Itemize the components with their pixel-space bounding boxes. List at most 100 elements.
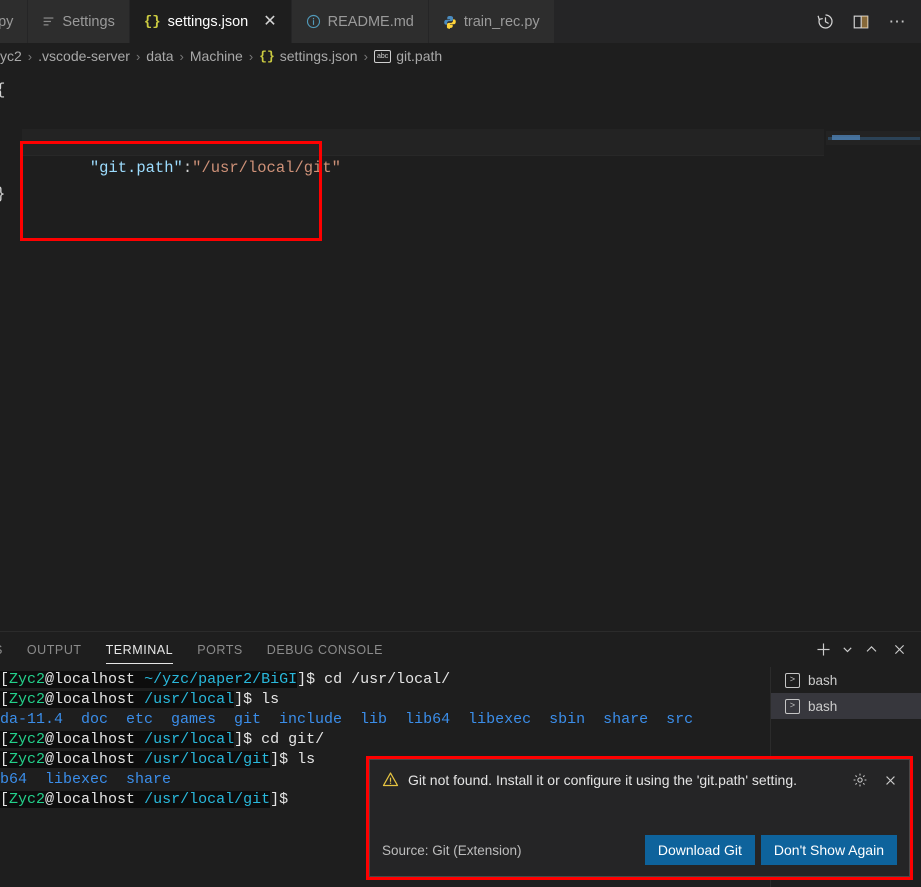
json-icon: {} <box>259 48 275 64</box>
download-git-button[interactable]: Download Git <box>644 835 755 865</box>
terminal-text: /usr/local <box>144 691 235 708</box>
new-terminal-icon[interactable] <box>809 636 837 664</box>
annotation-highlight-editor <box>20 141 322 241</box>
code-line-1: { <box>0 77 5 103</box>
close-icon[interactable]: ✕ <box>263 13 276 30</box>
terminal-text: Zyc2 <box>9 731 46 748</box>
editor-tab-label: train_rec.py <box>463 13 540 30</box>
breadcrumb-item-yc2[interactable]: yc2 <box>0 48 22 64</box>
panel-tab-label: PORTS <box>197 642 243 657</box>
terminal-text: @localhost <box>45 671 145 688</box>
python-icon <box>443 15 457 29</box>
terminal-text: @localhost <box>45 751 145 768</box>
terminal-tab-label: bash <box>808 672 838 688</box>
terminal-tab-label: bash <box>808 698 838 714</box>
breadcrumb-label: git.path <box>396 48 443 64</box>
terminal-text: ]$ <box>270 791 289 808</box>
vscode-window: o.py Settings {} settings.json ✕ <box>0 0 921 887</box>
chevron-right-icon: › <box>179 48 184 64</box>
notification-actions <box>851 771 899 789</box>
dont-show-again-button[interactable]: Don't Show Again <box>760 835 897 865</box>
terminal-text: Zyc2 <box>9 691 46 708</box>
panel-tab-problems[interactable]: S <box>0 632 15 667</box>
terminal-profile-dropdown-icon[interactable] <box>837 636 857 664</box>
breadcrumb-label: Machine <box>189 48 243 64</box>
panel-tab-output[interactable]: OUTPUT <box>15 632 94 667</box>
panel-tab-debug-console[interactable]: DEBUG CONSOLE <box>255 632 395 667</box>
settings-icon <box>42 15 55 28</box>
notification-source: Source: Git (Extension) <box>382 842 522 858</box>
terminal-text: [ <box>0 751 10 768</box>
terminal-text: Zyc2 <box>9 671 46 688</box>
panel-tab-ports[interactable]: PORTS <box>185 632 255 667</box>
terminal-text: ]$ <box>270 751 298 768</box>
gear-icon[interactable] <box>851 771 869 789</box>
timeline-history-icon[interactable] <box>815 12 835 32</box>
terminal-line: [Zyc2@localhost /usr/local]$ ls <box>0 690 770 710</box>
chevron-right-icon: › <box>363 48 368 64</box>
terminal-text: b64 libexec share <box>0 771 172 788</box>
terminal-text: [ <box>0 691 10 708</box>
breadcrumb-label: yc2 <box>0 48 22 64</box>
terminal-text: [ <box>0 791 10 808</box>
maximize-panel-icon[interactable] <box>857 636 885 664</box>
terminal-text: ls <box>297 751 316 768</box>
editor-tab-settings[interactable]: Settings <box>28 0 130 43</box>
terminal-text: ]$ <box>234 691 262 708</box>
breadcrumb-item-settings-json[interactable]: {} settings.json <box>259 48 357 64</box>
editor-tab-label: o.py <box>0 13 14 30</box>
breadcrumb-item-machine[interactable]: Machine <box>190 48 243 64</box>
editor-tab-bar: o.py Settings {} settings.json ✕ <box>0 0 921 43</box>
code-line-3: } <box>0 181 5 207</box>
editor-toolbar-actions: ⋯ <box>815 0 921 43</box>
terminal-text: @localhost <box>45 691 145 708</box>
terminal-text: cd git/ <box>261 731 325 748</box>
split-editor-icon[interactable] <box>851 12 871 32</box>
json-icon: {} <box>143 13 161 30</box>
editor-tab-label: settings.json <box>167 13 249 30</box>
panel-actions <box>809 636 921 664</box>
more-actions-icon[interactable]: ⋯ <box>887 12 907 32</box>
close-panel-icon[interactable] <box>885 636 913 664</box>
breadcrumb-item-data[interactable]: data <box>146 48 173 64</box>
panel-tab-label: TERMINAL <box>105 642 174 657</box>
code-editor[interactable]: { "git.path":"/usr/local/git" } <box>0 69 921 631</box>
editor-tab-settings-json[interactable]: {} settings.json ✕ <box>129 0 292 43</box>
terminal-text: ~/yzc/paper2/BiGI <box>144 671 298 688</box>
warning-icon <box>382 771 399 793</box>
terminal-text: @localhost <box>45 791 145 808</box>
terminal-text: /usr/local <box>144 731 235 748</box>
editor-tab-label: Settings <box>62 13 115 30</box>
terminal-tab-bash-1[interactable]: > bash <box>771 667 921 693</box>
panel-tab-list: S OUTPUT TERMINAL PORTS DEBUG CONSOLE <box>0 632 395 667</box>
terminal-text: [ <box>0 671 10 688</box>
editor-tab-o-py[interactable]: o.py <box>0 0 29 43</box>
terminal-text: ls <box>261 691 280 708</box>
breadcrumb-item-git-path[interactable]: abc git.path <box>373 48 443 64</box>
editor-tab-readme-md[interactable]: README.md <box>291 0 429 43</box>
notification-message: Git not found. Install it or configure i… <box>408 772 798 788</box>
notification-button-group: Download Git Don't Show Again <box>644 835 897 865</box>
abc-symbol-icon: abc <box>373 49 392 63</box>
close-icon[interactable] <box>881 771 899 789</box>
breadcrumb-label: .vscode-server <box>38 48 130 64</box>
editor-tab-train-rec-py[interactable]: train_rec.py <box>428 0 555 43</box>
terminal-text: /usr/local/git <box>144 751 271 768</box>
terminal-icon: > <box>785 698 800 714</box>
notification-top-row: Git not found. Install it or configure i… <box>370 760 909 793</box>
breadcrumb-item-vscode-server[interactable]: .vscode-server <box>38 48 130 64</box>
terminal-text: Zyc2 <box>9 791 46 808</box>
terminal-line: [Zyc2@localhost /usr/local]$ cd git/ <box>0 730 770 750</box>
terminal-text: /usr/local/git <box>144 791 271 808</box>
minimap-code-segment <box>832 135 860 140</box>
terminal-text: da-11.4 doc etc games git include lib li… <box>0 711 694 728</box>
panel-tab-terminal[interactable]: TERMINAL <box>94 632 186 667</box>
breadcrumb-label: data <box>146 48 174 64</box>
terminal-line: [Zyc2@localhost ~/yzc/paper2/BiGI]$ cd /… <box>0 670 770 690</box>
chevron-right-icon: › <box>27 48 33 64</box>
notification-toast: Git not found. Install it or configure i… <box>369 759 910 877</box>
panel-tab-label: S <box>0 643 3 657</box>
terminal-tab-bash-2[interactable]: > bash <box>771 693 921 719</box>
breadcrumb-label: settings.json <box>279 48 358 64</box>
editor-tab-label: README.md <box>327 13 414 30</box>
